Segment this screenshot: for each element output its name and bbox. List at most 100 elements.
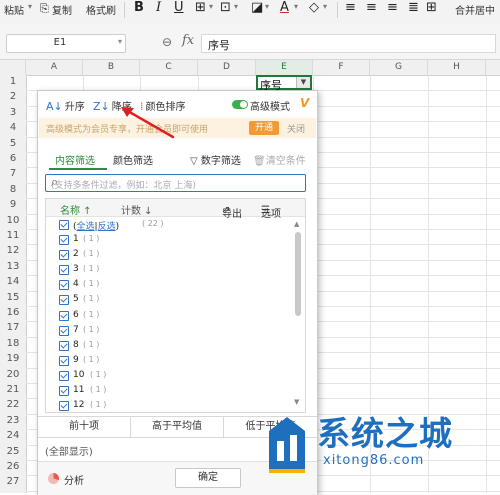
column-header-e[interactable]: E [256,60,313,75]
column-header-d[interactable]: D [198,60,256,75]
select-all-link[interactable]: 全选 [77,222,95,232]
row-header[interactable]: 12 [0,245,26,256]
row-header[interactable]: 26 [0,461,26,472]
zoom-icon[interactable]: ⊖ [162,35,172,49]
item-checkbox[interactable] [59,310,69,321]
item-checkbox[interactable] [59,295,69,306]
row-header[interactable]: 5 [0,138,26,149]
border-dropdown-icon[interactable]: ▾ [209,2,213,11]
list-item[interactable]: 5 ( 1 ) [46,293,291,308]
row-header[interactable]: 20 [0,369,26,380]
top-ten-button[interactable]: 前十项 [38,417,131,437]
row-header[interactable]: 1 [0,76,26,87]
column-header-b[interactable]: B [83,60,140,75]
row-header[interactable]: 11 [0,230,26,241]
list-item[interactable]: 8 ( 1 ) [46,339,291,354]
bold-icon[interactable]: B [134,0,144,15]
tab-content-filter[interactable]: 内容筛选 [55,152,95,167]
item-checkbox[interactable] [59,235,69,245]
list-item[interactable]: 4 ( 1 ) [46,278,291,293]
paste-dropdown-icon[interactable]: ▾ [28,2,32,11]
above-average-button[interactable]: 高于平均值 [131,417,224,437]
row-header[interactable]: 24 [0,430,26,441]
align-top-icon[interactable]: ≡ [345,0,356,15]
item-checkbox[interactable] [59,386,69,396]
list-item[interactable]: 7 ( 1 ) [46,324,291,339]
list-item[interactable]: 10 ( 1 ) [46,369,291,384]
align-bottom-icon[interactable]: ≡ [387,0,398,15]
ok-button[interactable]: 确定 [175,468,241,488]
fill-effect-dropdown-icon[interactable]: ▾ [234,2,238,11]
sort-by-name[interactable]: 名称 ↑ [60,202,92,217]
number-filter-button[interactable]: ▽ 数字筛选 [190,152,241,167]
list-item[interactable]: 6 ( 1 ) [46,309,291,324]
column-header-h[interactable]: H [428,60,486,75]
font-color-dropdown-icon[interactable]: ▾ [294,2,298,11]
list-item[interactable]: 1 ( 1 ) [46,233,291,248]
active-cell-e1[interactable]: 序号 ▼ [256,75,312,92]
fill-effect-icon[interactable]: ⊡ [220,0,231,15]
filter-dropdown-icon[interactable]: ▼ [296,77,310,88]
align-middle-icon[interactable]: ≡ [366,0,377,15]
column-header-g[interactable]: G [370,60,428,75]
item-checkbox[interactable] [59,370,69,381]
copy-icon[interactable]: ⎘ [40,2,49,16]
row-header[interactable]: 9 [0,199,26,210]
paste-button[interactable]: 粘贴 [4,2,24,17]
row-header[interactable]: 14 [0,276,26,287]
row-header[interactable]: 21 [0,384,26,395]
border-icon[interactable]: ⊞ [195,0,206,15]
column-header-f[interactable]: F [313,60,370,75]
tab-color-filter[interactable]: 颜色筛选 [113,152,153,167]
filter-search-input[interactable]: (支持多条件过滤，例如：北京 上海) ⌕ [45,174,306,192]
row-header[interactable]: 18 [0,338,26,349]
row-header[interactable]: 16 [0,307,26,318]
sort-asc-button[interactable]: A↓ 升序 [46,98,85,113]
search-icon[interactable]: ⌕ [51,175,301,190]
eraser-icon[interactable]: ◇ [309,0,319,15]
open-vip-button[interactable]: 开通 [249,121,279,135]
item-checkbox[interactable] [59,325,69,336]
format-painter-button[interactable]: 格式刷 [86,2,116,17]
row-header[interactable]: 4 [0,122,26,133]
eraser-dropdown-icon[interactable]: ▾ [323,2,327,11]
clear-condition-button[interactable]: 🗑清空条件 [253,152,306,167]
fill-color-dropdown-icon[interactable]: ▾ [265,2,269,11]
row-header[interactable]: 7 [0,168,26,179]
list-item[interactable]: 3 ( 1 ) [46,263,291,278]
scroll-up-icon[interactable]: ▲ [294,220,299,228]
row-header[interactable]: 10 [0,215,26,226]
list-item[interactable]: 9 ( 1 ) [46,354,291,369]
chevron-down-icon[interactable]: ▾ [118,37,122,46]
close-banner-link[interactable]: 关闭 [287,122,305,135]
item-checkbox[interactable] [59,265,69,276]
row-header[interactable]: 13 [0,261,26,272]
scroll-thumb[interactable] [295,232,301,316]
row-header[interactable]: 17 [0,322,26,333]
list-item[interactable]: 2 ( 1 ) [46,248,291,263]
item-checkbox[interactable] [59,355,69,366]
list-item[interactable]: 11 ( 1 ) [46,384,291,399]
row-header[interactable]: 23 [0,415,26,426]
select-all-checkbox[interactable] [59,220,69,230]
merge-center-button[interactable]: 合并居中 [455,2,495,17]
row-header[interactable]: 25 [0,446,26,457]
invert-selection-link[interactable]: 反选 [98,222,116,232]
sort-by-count[interactable]: 计数 ↓ [121,202,153,217]
row-header[interactable]: 15 [0,292,26,303]
fill-color-icon[interactable]: ◪ [251,0,263,15]
list-scrollbar[interactable]: ▲ ▼ [294,220,302,406]
row-header[interactable]: 6 [0,153,26,164]
copy-button[interactable]: 复制 [52,2,72,17]
item-checkbox[interactable] [59,401,69,412]
italic-icon[interactable]: I [156,0,161,15]
analyze-button[interactable]: 分析 [64,472,84,487]
table-icon[interactable]: ⊞ [426,0,437,15]
row-header[interactable]: 2 [0,91,26,102]
wrap-icon[interactable]: ≣ [408,0,419,15]
select-all-corner[interactable] [0,60,26,75]
underline-icon[interactable]: U [174,0,184,15]
item-checkbox[interactable] [59,250,69,261]
fx-icon[interactable]: fx [182,33,194,48]
item-checkbox[interactable] [59,340,69,351]
